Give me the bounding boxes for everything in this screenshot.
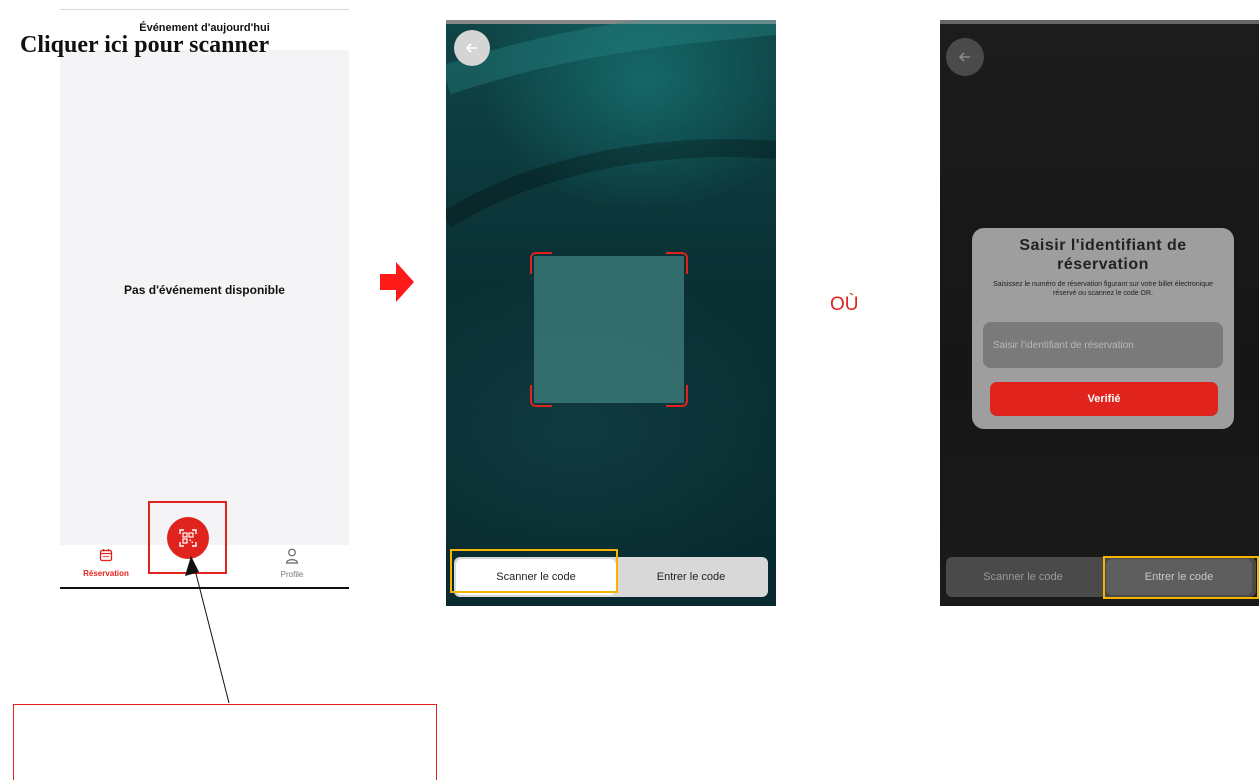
verify-button[interactable]: Verifié <box>990 382 1218 416</box>
user-icon <box>285 548 299 564</box>
back-button[interactable] <box>946 38 984 76</box>
scanner-screen: Scanner le code Entrer le code <box>446 20 776 606</box>
nav-item-reservation[interactable]: Réservation <box>70 548 142 584</box>
callout-box <box>13 704 437 780</box>
reservation-id-input[interactable] <box>983 322 1223 368</box>
reservation-id-modal: Saisir l'identifiant de réservation Sais… <box>972 228 1234 429</box>
nav-item-profile[interactable]: Profile <box>266 548 318 584</box>
scan-corner <box>530 252 552 274</box>
scan-tab-highlight <box>450 549 618 593</box>
back-button[interactable] <box>454 30 490 66</box>
event-screen: Événement d'aujourd'hui Pas d'événement … <box>60 0 351 590</box>
modal-title: Saisir l'identifiant de réservation <box>1019 237 1187 273</box>
tab-enter-code[interactable]: Entrer le code <box>616 559 766 595</box>
event-list-area <box>60 50 349 545</box>
calendar-icon <box>99 549 113 562</box>
scan-corner <box>666 252 688 274</box>
modal-description: Saisissez le numéro de réservation figur… <box>993 281 1213 297</box>
tab-scan-code[interactable]: Scanner le code <box>948 559 1098 595</box>
scan-corner <box>666 385 688 407</box>
top-divider <box>60 9 349 10</box>
right-arrow-icon <box>380 262 414 302</box>
qr-scan-icon <box>179 529 197 547</box>
enter-code-screen: Saisir l'identifiant de réservation Sais… <box>940 20 1259 606</box>
scan-corner <box>530 385 552 407</box>
arrow-left-icon <box>958 52 970 62</box>
scan-frame <box>530 252 688 407</box>
arrow-left-icon <box>465 43 477 53</box>
nav-reservation-label: Réservation <box>83 569 129 578</box>
status-bar <box>940 20 1259 24</box>
callout-text: Cliquer ici pour scanner <box>20 32 270 58</box>
or-separator: OÙ <box>830 294 859 315</box>
empty-state-message: Pas d'événement disponible <box>124 283 285 297</box>
scan-qr-button[interactable] <box>167 517 209 559</box>
enter-tab-highlight <box>1103 556 1259 599</box>
nav-profile-label: Profile <box>280 570 304 579</box>
